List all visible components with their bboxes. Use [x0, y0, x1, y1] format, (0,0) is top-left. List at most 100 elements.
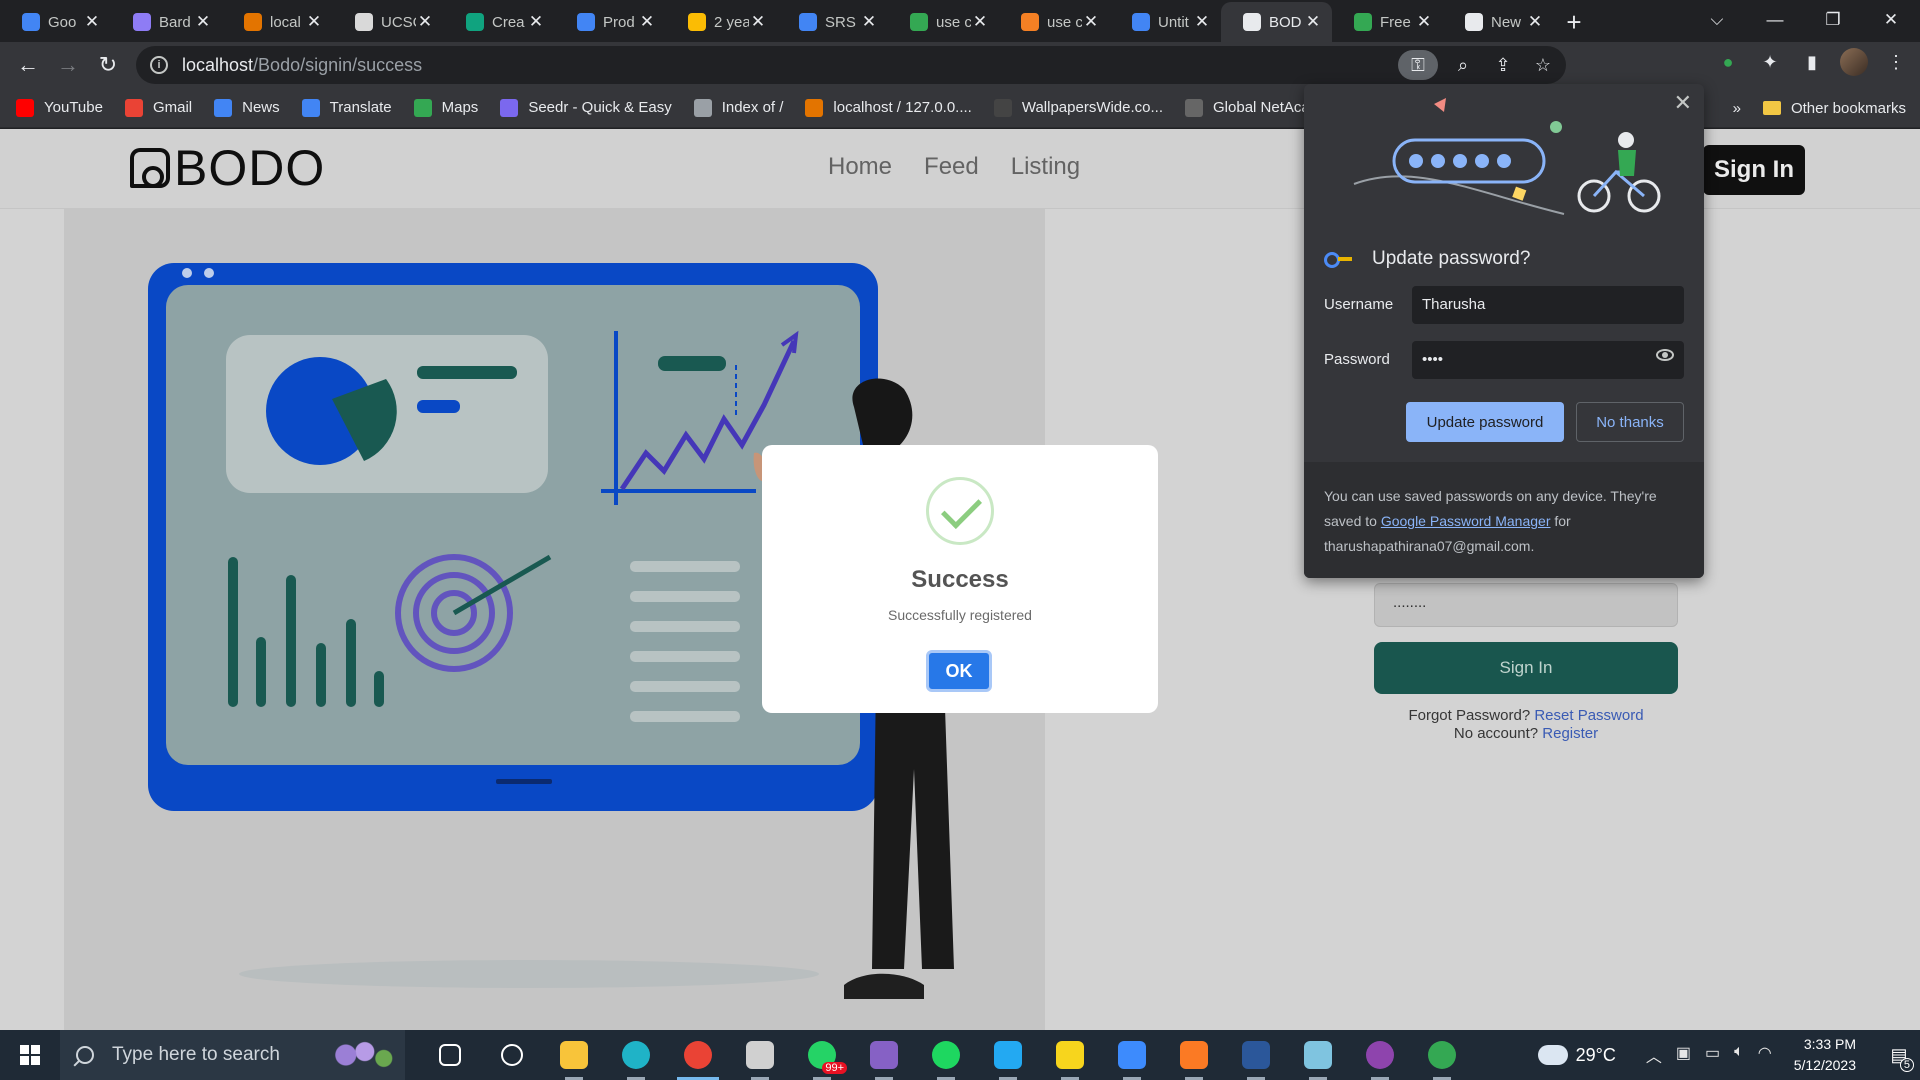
bookmark-star-icon[interactable]: ☆ [1528, 50, 1558, 80]
browser-tab[interactable]: New ✕ [1443, 2, 1554, 42]
browser-toolbar: ← → ↻ i localhost /Bodo/signin/success ⚿… [0, 42, 1920, 88]
taskbar-app-file-explorer[interactable] [543, 1030, 605, 1080]
bookmark-item[interactable]: Translate [301, 98, 392, 117]
close-tab-icon[interactable]: ✕ [1193, 12, 1211, 32]
password-manager-link[interactable]: Google Password Manager [1381, 513, 1551, 529]
other-bookmarks[interactable]: Other bookmarks [1791, 100, 1906, 117]
share-icon[interactable]: ⇪ [1488, 50, 1518, 80]
bookmarks-overflow-button[interactable]: » [1733, 100, 1741, 117]
search-placeholder: Type here to search [112, 1044, 280, 1065]
close-tab-icon[interactable]: ✕ [194, 12, 212, 32]
username-input[interactable]: Tharusha [1412, 286, 1684, 324]
close-tab-icon[interactable]: ✕ [1526, 12, 1544, 32]
taskbar-app-visual-studio[interactable] [853, 1030, 915, 1080]
tab-title: Prod [603, 13, 635, 31]
update-password-button[interactable]: Update password [1406, 402, 1564, 442]
taskbar-app-chrome[interactable] [667, 1030, 729, 1080]
password-input[interactable]: •••• [1412, 341, 1684, 379]
no-thanks-button[interactable]: No thanks [1576, 402, 1684, 442]
browser-tab[interactable]: local ✕ [222, 2, 333, 42]
new-tab-button[interactable]: + [1554, 2, 1594, 42]
taskbar-app-xampp[interactable] [1163, 1030, 1225, 1080]
forward-button[interactable]: → [48, 45, 88, 85]
minimize-button[interactable]: — [1746, 0, 1804, 40]
browser-tab[interactable]: UCSC✕ [333, 2, 444, 42]
taskbar-app-notepad[interactable] [1287, 1030, 1349, 1080]
close-tab-icon[interactable]: ✕ [416, 12, 434, 32]
taskbar-app-task-view[interactable] [419, 1030, 481, 1080]
close-popup-icon[interactable]: ✕ [1674, 90, 1692, 116]
close-window-button[interactable]: ✕ [1862, 0, 1920, 40]
close-tab-icon[interactable]: ✕ [971, 12, 989, 32]
bookmark-item[interactable]: localhost / 127.0.0.... [805, 98, 972, 117]
taskbar-app-edge[interactable] [605, 1030, 667, 1080]
wifi-icon[interactable]: ◠ [1758, 1043, 1772, 1067]
extension-icon[interactable]: ● [1714, 48, 1742, 76]
menu-icon[interactable]: ⋮ [1882, 48, 1910, 76]
meet-icon[interactable]: ▣ [1676, 1043, 1691, 1067]
battery-icon[interactable]: ▭ [1705, 1043, 1720, 1067]
close-tab-icon[interactable]: ✕ [1082, 12, 1100, 32]
taskbar-app-vscode[interactable] [977, 1030, 1039, 1080]
ok-button[interactable]: OK [926, 650, 992, 692]
close-tab-icon[interactable]: ✕ [1415, 12, 1433, 32]
taskbar-app-spotify[interactable] [915, 1030, 977, 1080]
tab-favicon-icon [466, 13, 484, 31]
zoom-icon[interactable]: ⌕ [1448, 50, 1478, 80]
site-info-icon[interactable]: i [150, 56, 168, 74]
weather-widget[interactable]: 29°C [1537, 1037, 1616, 1066]
browser-tab[interactable]: SRS ✕ [777, 2, 888, 42]
close-tab-icon[interactable]: ✕ [305, 12, 323, 32]
tray-icons: ︿ ▣ ▭ 🔈︎ ◠ [1646, 1043, 1772, 1067]
close-tab-icon[interactable]: ✕ [1304, 12, 1322, 32]
browser-tab[interactable]: Untit ✕ [1110, 2, 1221, 42]
browser-tab[interactable]: Free ✕ [1332, 2, 1443, 42]
side-panel-icon[interactable]: ▮ [1798, 48, 1826, 76]
taskbar-app-whatsapp[interactable]: 99+ [791, 1030, 853, 1080]
close-tab-icon[interactable]: ✕ [749, 12, 767, 32]
close-tab-icon[interactable]: ✕ [638, 12, 656, 32]
browser-tab[interactable]: Crea ✕ [444, 2, 555, 42]
browser-tab[interactable]: use c ✕ [999, 2, 1110, 42]
taskbar-app-word[interactable] [1225, 1030, 1287, 1080]
browser-tab[interactable]: Goo ✕ [0, 2, 111, 42]
close-tab-icon[interactable]: ✕ [83, 12, 101, 32]
address-bar[interactable]: i localhost /Bodo/signin/success ⚿ ⌕ ⇪ ☆ [136, 46, 1566, 84]
bookmark-item[interactable]: Seedr - Quick & Easy [500, 98, 672, 117]
bookmark-item[interactable]: WallpapersWide.co... [993, 98, 1163, 117]
bookmark-item[interactable]: Gmail [124, 98, 192, 117]
browser-tab[interactable]: 2 yea ✕ [666, 2, 777, 42]
browser-tab[interactable]: use c ✕ [888, 2, 999, 42]
browser-tab[interactable]: BOD ✕ [1221, 2, 1332, 42]
chevron-up-icon[interactable]: ︿ [1646, 1043, 1662, 1067]
bookmark-item[interactable]: YouTube [16, 98, 103, 117]
restore-button[interactable]: ❐ [1804, 0, 1862, 40]
show-password-icon[interactable] [1656, 349, 1674, 361]
taskbar-search[interactable]: Type here to search [60, 1030, 405, 1080]
profile-avatar[interactable] [1840, 48, 1868, 76]
browser-tab[interactable]: Bard ✕ [111, 2, 222, 42]
volume-icon[interactable]: 🔈︎ [1734, 1043, 1744, 1067]
taskbar-app-power-automate[interactable] [1101, 1030, 1163, 1080]
clock[interactable]: 3:33 PM 5/12/2023 [1794, 1034, 1856, 1076]
back-button[interactable]: ← [8, 45, 48, 85]
taskbar-apps: 99+ [419, 1030, 1473, 1080]
password-key-icon[interactable]: ⚿ [1398, 50, 1438, 80]
bookmark-item[interactable]: Maps [413, 98, 478, 117]
reload-button[interactable]: ↻ [88, 45, 128, 85]
close-tab-icon[interactable]: ✕ [860, 12, 878, 32]
tab-search-button[interactable]: ⌵ [1688, 0, 1746, 40]
bookmark-item[interactable]: Global NetAcac [1185, 98, 1317, 117]
start-button[interactable] [0, 1030, 60, 1080]
taskbar-app-unity[interactable] [729, 1030, 791, 1080]
bookmark-item[interactable]: News [214, 98, 280, 117]
taskbar-app-github-desktop[interactable] [1349, 1030, 1411, 1080]
browser-tab[interactable]: Prod ✕ [555, 2, 666, 42]
taskbar-app-chrome-profile[interactable] [1411, 1030, 1473, 1080]
taskbar-app-settings[interactable] [481, 1030, 543, 1080]
notifications-button[interactable]: ▤ 5 [1878, 1030, 1920, 1080]
puzzle-icon[interactable]: ✦ [1756, 48, 1784, 76]
close-tab-icon[interactable]: ✕ [527, 12, 545, 32]
taskbar-app-sticky-notes[interactable] [1039, 1030, 1101, 1080]
bookmark-item[interactable]: Index of / [693, 98, 783, 117]
